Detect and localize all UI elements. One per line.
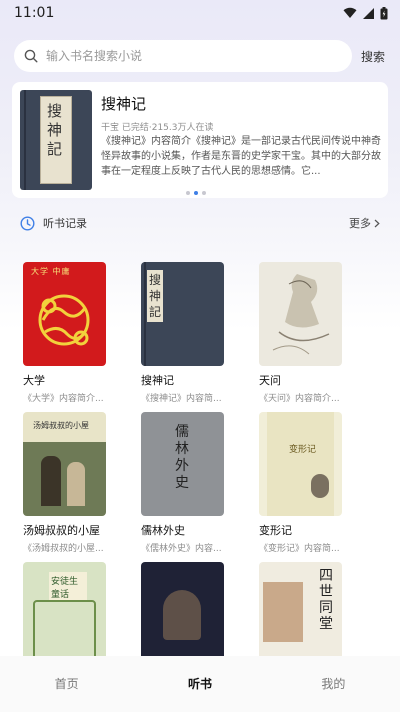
book-cover: 变形记 xyxy=(259,412,342,516)
book-title: 汤姆叔叔的小屋 xyxy=(23,524,100,537)
carousel-indicator xyxy=(186,191,206,195)
listening-history-label: 听书记录 xyxy=(43,217,87,230)
book-title: 天问 xyxy=(259,374,281,387)
book-item[interactable]: 汤姆叔叔的小屋 汤姆叔叔的小屋 《汤姆叔叔的小屋... xyxy=(23,412,123,554)
cover-art xyxy=(272,274,330,355)
carousel-dot[interactable] xyxy=(186,191,190,195)
signal-icon xyxy=(363,7,374,19)
book-item[interactable]: 变形记 变形记 《变形记》内容简... xyxy=(259,412,359,554)
book-cover: 大学 中庸 xyxy=(23,262,106,366)
search-button[interactable]: 搜索 xyxy=(361,48,385,65)
tab-profile[interactable]: 我的 xyxy=(267,656,400,712)
book-cover xyxy=(141,562,224,666)
book-item[interactable]: 天问 《天问》内容简介... xyxy=(259,262,359,404)
book-cover: 汤姆叔叔的小屋 xyxy=(23,412,106,516)
chevron-right-icon xyxy=(374,219,380,227)
book-title: 搜神记 xyxy=(141,374,174,387)
cover-art xyxy=(38,294,90,346)
book-description: 《儒林外史》内容... xyxy=(141,544,222,554)
book-title: 大学 xyxy=(23,374,45,387)
featured-book-card[interactable]: 搜神記 搜神记 干宝 已完结·215.3万人在读 《搜神记》内容简介《搜神记》是… xyxy=(12,82,388,198)
search-input[interactable] xyxy=(46,49,326,63)
cover-label: 儒林外史 xyxy=(175,424,189,491)
book-cover: 四世同堂 xyxy=(259,562,342,666)
book-item[interactable]: 儒林外史 儒林外史 《儒林外史》内容... xyxy=(141,412,241,554)
listening-history-header: 听书记录 更多 xyxy=(20,214,380,232)
book-cover: 搜神記 xyxy=(141,262,224,366)
book-item[interactable]: 四世同堂 xyxy=(259,562,359,666)
book-description: 《大学》内容简介... xyxy=(23,394,104,404)
book-item[interactable]: 安徒生童话 xyxy=(23,562,123,666)
more-label: 更多 xyxy=(349,217,371,230)
book-title: 变形记 xyxy=(259,524,292,537)
featured-book-title: 搜神记 xyxy=(101,95,147,113)
cover-label: 搜神記 xyxy=(147,270,163,322)
search-icon xyxy=(24,49,38,63)
book-description: 《变形记》内容简... xyxy=(259,544,340,554)
status-time: 11:01 xyxy=(14,5,55,21)
book-title: 儒林外史 xyxy=(141,524,185,537)
featured-book-description: 《搜神记》内容简介《搜神记》是一部记录古代民间传说中神奇怪异故事的小说集，作者是… xyxy=(101,136,381,177)
book-cover xyxy=(259,262,342,366)
carousel-dot[interactable] xyxy=(202,191,206,195)
book-item[interactable] xyxy=(141,562,241,666)
tab-listen[interactable]: 听书 xyxy=(133,656,266,712)
cover-label: 变形记 xyxy=(289,445,317,455)
status-icons xyxy=(343,6,388,20)
book-description: 《搜神记》内容简... xyxy=(141,394,222,404)
featured-book-meta: 干宝 已完结·215.3万人在读 xyxy=(101,123,214,133)
more-button[interactable]: 更多 xyxy=(349,215,380,231)
book-item[interactable]: 搜神記 搜神记 《搜神记》内容简... xyxy=(141,262,241,404)
cover-label: 四世同堂 xyxy=(319,568,333,632)
battery-icon xyxy=(380,6,388,19)
status-bar: 11:01 xyxy=(0,0,400,26)
book-item[interactable]: 大学 中庸 大学 《大学》内容简介... xyxy=(23,262,123,404)
featured-book-cover: 搜神記 xyxy=(20,90,92,190)
book-cover: 安徒生童话 xyxy=(23,562,106,666)
featured-cover-title: 搜神記 xyxy=(47,102,63,158)
wifi-icon xyxy=(343,7,357,18)
book-description: 《天问》内容简介... xyxy=(259,394,340,404)
cover-label: 安徒生童话 xyxy=(49,572,87,602)
cover-label: 汤姆叔叔的小屋 xyxy=(33,421,89,430)
bottom-tab-bar: 首页 听书 我的 xyxy=(0,656,400,712)
clock-icon xyxy=(20,215,35,231)
book-description: 《汤姆叔叔的小屋... xyxy=(23,544,104,554)
search-bar[interactable] xyxy=(14,40,352,72)
carousel-dot-active[interactable] xyxy=(194,191,198,195)
book-cover: 儒林外史 xyxy=(141,412,224,516)
tab-home[interactable]: 首页 xyxy=(0,656,133,712)
